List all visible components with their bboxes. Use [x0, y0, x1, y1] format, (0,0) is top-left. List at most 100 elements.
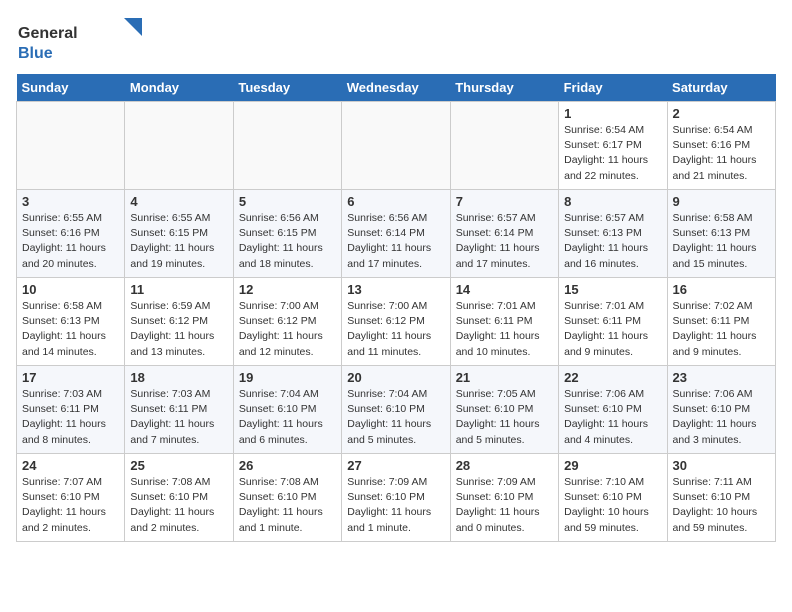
calendar-cell: 27Sunrise: 7:09 AM Sunset: 6:10 PM Dayli…: [342, 454, 450, 542]
header-sunday: Sunday: [17, 74, 125, 102]
day-number: 4: [130, 194, 227, 209]
calendar-cell: 8 Sunrise: 6:57 AM Sunset: 6:13 PM Daylig…: [559, 190, 667, 278]
calendar-cell: 5 Sunrise: 6:56 AM Sunset: 6:15 PM Daylig…: [233, 190, 341, 278]
day-info: Sunrise: 6:54 AM Sunset: 6:17 PM Dayligh…: [564, 123, 661, 184]
calendar-cell: 10Sunrise: 6:58 AM Sunset: 6:13 PM Dayli…: [17, 278, 125, 366]
day-number: 28: [456, 458, 553, 473]
calendar-cell: [233, 102, 341, 190]
week-row-2: 3 Sunrise: 6:55 AM Sunset: 6:16 PM Daylig…: [17, 190, 776, 278]
header-saturday: Saturday: [667, 74, 775, 102]
header-tuesday: Tuesday: [233, 74, 341, 102]
day-number: 8: [564, 194, 661, 209]
day-number: 6: [347, 194, 444, 209]
calendar-cell: 11Sunrise: 6:59 AM Sunset: 6:12 PM Dayli…: [125, 278, 233, 366]
day-info: Sunrise: 7:07 AM Sunset: 6:10 PM Dayligh…: [22, 475, 119, 536]
day-number: 27: [347, 458, 444, 473]
calendar-cell: 6Sunrise: 6:56 AM Sunset: 6:14 PM Daylig…: [342, 190, 450, 278]
day-number: 12: [239, 282, 336, 297]
calendar-cell: 13 Sunrise: 7:00 AM Sunset: 6:12 PM Dayli…: [342, 278, 450, 366]
calendar-cell: 22 Sunrise: 7:06 AM Sunset: 6:10 PM Dayli…: [559, 366, 667, 454]
day-info: Sunrise: 7:06 AM Sunset: 6:10 PM Dayligh…: [564, 387, 661, 448]
calendar-cell: 21 Sunrise: 7:05 AM Sunset: 6:10 PM Dayli…: [450, 366, 558, 454]
calendar-cell: 20 Sunrise: 7:04 AM Sunset: 6:10 PM Dayli…: [342, 366, 450, 454]
calendar-cell: 23Sunrise: 7:06 AM Sunset: 6:10 PM Dayli…: [667, 366, 775, 454]
page-header: General Blue: [16, 16, 776, 66]
calendar-cell: 28 Sunrise: 7:09 AM Sunset: 6:10 PM Dayli…: [450, 454, 558, 542]
calendar-table: SundayMondayTuesdayWednesdayThursdayFrid…: [16, 74, 776, 542]
day-number: 13: [347, 282, 444, 297]
day-info: Sunrise: 7:03 AM Sunset: 6:11 PM Dayligh…: [22, 387, 119, 448]
day-info: Sunrise: 7:02 AM Sunset: 6:11 PM Dayligh…: [673, 299, 770, 360]
day-info: Sunrise: 7:00 AM Sunset: 6:12 PM Dayligh…: [239, 299, 336, 360]
calendar-cell: 4 Sunrise: 6:55 AM Sunset: 6:15 PM Daylig…: [125, 190, 233, 278]
day-info: Sunrise: 7:01 AM Sunset: 6:11 PM Dayligh…: [564, 299, 661, 360]
header-friday: Friday: [559, 74, 667, 102]
day-info: Sunrise: 7:05 AM Sunset: 6:10 PM Dayligh…: [456, 387, 553, 448]
svg-text:Blue: Blue: [18, 45, 53, 62]
calendar-cell: [450, 102, 558, 190]
day-number: 18: [130, 370, 227, 385]
day-info: Sunrise: 6:54 AM Sunset: 6:16 PM Dayligh…: [673, 123, 770, 184]
day-number: 25: [130, 458, 227, 473]
day-info: Sunrise: 7:04 AM Sunset: 6:10 PM Dayligh…: [239, 387, 336, 448]
calendar-header-row: SundayMondayTuesdayWednesdayThursdayFrid…: [17, 74, 776, 102]
calendar-cell: 3 Sunrise: 6:55 AM Sunset: 6:16 PM Daylig…: [17, 190, 125, 278]
calendar-cell: [342, 102, 450, 190]
day-number: 2: [673, 106, 770, 121]
day-info: Sunrise: 6:55 AM Sunset: 6:16 PM Dayligh…: [22, 211, 119, 272]
day-number: 3: [22, 194, 119, 209]
day-info: Sunrise: 6:55 AM Sunset: 6:15 PM Dayligh…: [130, 211, 227, 272]
week-row-3: 10Sunrise: 6:58 AM Sunset: 6:13 PM Dayli…: [17, 278, 776, 366]
logo-svg: General Blue: [16, 16, 146, 66]
calendar-cell: 14 Sunrise: 7:01 AM Sunset: 6:11 PM Dayli…: [450, 278, 558, 366]
calendar-cell: 30Sunrise: 7:11 AM Sunset: 6:10 PM Dayli…: [667, 454, 775, 542]
day-number: 24: [22, 458, 119, 473]
calendar-cell: 19 Sunrise: 7:04 AM Sunset: 6:10 PM Dayli…: [233, 366, 341, 454]
day-info: Sunrise: 7:04 AM Sunset: 6:10 PM Dayligh…: [347, 387, 444, 448]
calendar-cell: 16Sunrise: 7:02 AM Sunset: 6:11 PM Dayli…: [667, 278, 775, 366]
day-number: 9: [673, 194, 770, 209]
day-number: 11: [130, 282, 227, 297]
day-number: 10: [22, 282, 119, 297]
header-wednesday: Wednesday: [342, 74, 450, 102]
week-row-4: 17 Sunrise: 7:03 AM Sunset: 6:11 PM Dayli…: [17, 366, 776, 454]
calendar-cell: 1 Sunrise: 6:54 AM Sunset: 6:17 PM Daylig…: [559, 102, 667, 190]
day-number: 1: [564, 106, 661, 121]
calendar-cell: [125, 102, 233, 190]
day-number: 29: [564, 458, 661, 473]
day-number: 22: [564, 370, 661, 385]
day-number: 21: [456, 370, 553, 385]
calendar-cell: 9Sunrise: 6:58 AM Sunset: 6:13 PM Daylig…: [667, 190, 775, 278]
day-number: 15: [564, 282, 661, 297]
calendar-cell: [17, 102, 125, 190]
calendar-cell: 12 Sunrise: 7:00 AM Sunset: 6:12 PM Dayli…: [233, 278, 341, 366]
calendar-cell: 26Sunrise: 7:08 AM Sunset: 6:10 PM Dayli…: [233, 454, 341, 542]
day-info: Sunrise: 7:06 AM Sunset: 6:10 PM Dayligh…: [673, 387, 770, 448]
header-monday: Monday: [125, 74, 233, 102]
day-number: 17: [22, 370, 119, 385]
day-info: Sunrise: 7:00 AM Sunset: 6:12 PM Dayligh…: [347, 299, 444, 360]
week-row-5: 24 Sunrise: 7:07 AM Sunset: 6:10 PM Dayli…: [17, 454, 776, 542]
svg-text:General: General: [18, 25, 78, 42]
calendar-cell: 29 Sunrise: 7:10 AM Sunset: 6:10 PM Dayli…: [559, 454, 667, 542]
day-number: 5: [239, 194, 336, 209]
week-row-1: 1 Sunrise: 6:54 AM Sunset: 6:17 PM Daylig…: [17, 102, 776, 190]
day-info: Sunrise: 7:10 AM Sunset: 6:10 PM Dayligh…: [564, 475, 661, 536]
day-info: Sunrise: 7:09 AM Sunset: 6:10 PM Dayligh…: [456, 475, 553, 536]
day-number: 30: [673, 458, 770, 473]
day-info: Sunrise: 7:01 AM Sunset: 6:11 PM Dayligh…: [456, 299, 553, 360]
day-info: Sunrise: 7:03 AM Sunset: 6:11 PM Dayligh…: [130, 387, 227, 448]
day-number: 20: [347, 370, 444, 385]
calendar-cell: 25 Sunrise: 7:08 AM Sunset: 6:10 PM Dayli…: [125, 454, 233, 542]
day-number: 14: [456, 282, 553, 297]
day-info: Sunrise: 7:08 AM Sunset: 6:10 PM Dayligh…: [130, 475, 227, 536]
day-info: Sunrise: 6:57 AM Sunset: 6:14 PM Dayligh…: [456, 211, 553, 272]
calendar-cell: 17 Sunrise: 7:03 AM Sunset: 6:11 PM Dayli…: [17, 366, 125, 454]
day-info: Sunrise: 6:57 AM Sunset: 6:13 PM Dayligh…: [564, 211, 661, 272]
day-number: 7: [456, 194, 553, 209]
calendar-cell: 18 Sunrise: 7:03 AM Sunset: 6:11 PM Dayli…: [125, 366, 233, 454]
day-info: Sunrise: 7:08 AM Sunset: 6:10 PM Dayligh…: [239, 475, 336, 536]
day-info: Sunrise: 6:56 AM Sunset: 6:15 PM Dayligh…: [239, 211, 336, 272]
header-thursday: Thursday: [450, 74, 558, 102]
day-number: 19: [239, 370, 336, 385]
